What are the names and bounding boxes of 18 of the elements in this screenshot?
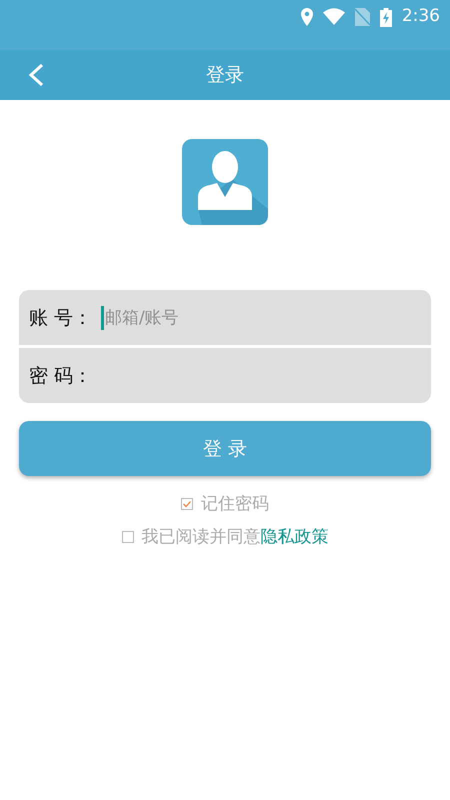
no-sim-icon bbox=[354, 8, 370, 26]
checkbox[interactable] bbox=[122, 530, 134, 542]
battery-charging-icon bbox=[380, 8, 392, 27]
user-avatar-icon bbox=[182, 139, 268, 225]
status-time: 2:36 bbox=[402, 6, 440, 26]
wifi-icon bbox=[322, 8, 345, 25]
input-field[interactable]: 账 号： 邮箱/账号 bbox=[19, 290, 431, 345]
privacy-policy-link[interactable]: 隐私政策 bbox=[260, 527, 328, 547]
input-field[interactable]: 密 码： bbox=[19, 348, 431, 403]
field-label: 密 码： bbox=[29, 364, 94, 388]
field-label: 账 号： bbox=[29, 306, 94, 330]
text-input[interactable]: 邮箱/账号 bbox=[105, 290, 431, 345]
checkbox-label: 记住密码 bbox=[201, 493, 269, 515]
checkbox[interactable] bbox=[181, 498, 193, 510]
page-title: 登录 bbox=[206, 63, 244, 88]
back-icon bbox=[28, 63, 44, 87]
checkbox-label: 我已阅读并同意隐私政策 bbox=[142, 526, 328, 548]
location-icon bbox=[300, 8, 313, 26]
